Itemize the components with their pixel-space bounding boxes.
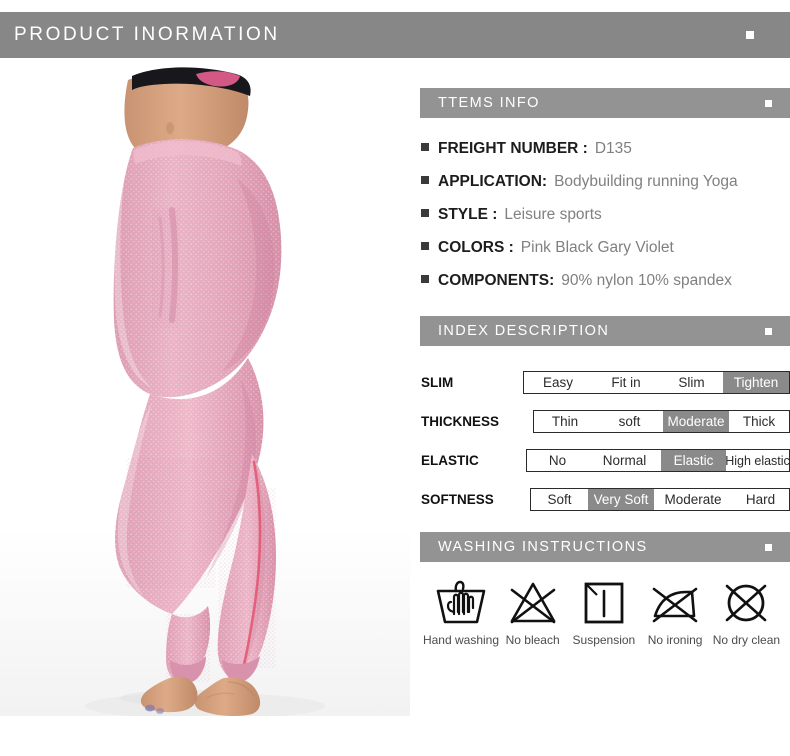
info-label: COLORS :	[438, 239, 514, 256]
row-label: SLIM	[421, 375, 454, 390]
scale-option[interactable]: Easy	[524, 372, 592, 393]
info-value: D135	[594, 140, 632, 157]
rating-scale-softness: Soft Very Soft Moderate Hard	[530, 488, 790, 511]
info-label: APPLICATION:	[438, 173, 548, 190]
index-description-table: SLIM Easy Fit in Slim Tighten THICKNESS …	[415, 370, 790, 512]
page-title: PRODUCT INORMATION	[14, 24, 280, 45]
table-row-softness: SOFTNESS Soft Very Soft Moderate Hard	[421, 487, 790, 512]
table-row-slim: SLIM Easy Fit in Slim Tighten	[421, 370, 790, 395]
scale-option[interactable]: No	[527, 450, 588, 471]
hand-washing-icon	[436, 580, 486, 624]
bullet-square-icon	[421, 275, 429, 283]
section-title-washing-instructions: WASHING INSTRUCTIONS	[438, 539, 648, 555]
washing-care-item: Suspension	[568, 578, 639, 647]
square-marker-icon	[765, 543, 772, 551]
washing-care-item: No ironing	[640, 578, 711, 647]
no-dry-clean-icon	[726, 584, 767, 622]
table-row-thickness: THICKNESS Thin soft Moderate Thick	[421, 409, 790, 434]
square-marker-icon	[765, 327, 772, 335]
suspension-icon	[584, 582, 624, 624]
rating-scale-thickness: Thin soft Moderate Thick	[533, 410, 790, 433]
info-value: Pink Black Gary Violet	[520, 239, 674, 256]
list-item: STYLE : Leisure sports	[421, 206, 790, 224]
items-info-list: FREIGHT NUMBER : D135 APPLICATION: Bodyb…	[415, 140, 790, 290]
scale-option[interactable]: High elastic	[726, 450, 789, 471]
scale-option-selected[interactable]: Moderate	[663, 411, 729, 432]
rating-scale-elastic: No Normal Elastic High elastic	[526, 449, 790, 472]
info-label: STYLE :	[438, 206, 498, 223]
washing-care-caption: Hand washing	[422, 633, 500, 647]
scale-option[interactable]: Slim	[660, 372, 723, 393]
scale-option[interactable]: Fit in	[592, 372, 660, 393]
washing-care-caption: No bleach	[505, 633, 560, 647]
product-info-column: TTEMS INFO FREIGHT NUMBER : D135 APPLICA…	[415, 88, 790, 647]
info-label: FREIGHT NUMBER :	[438, 140, 588, 157]
washing-care-item: No dry clean	[711, 578, 782, 647]
square-marker-icon	[746, 31, 754, 39]
info-value: Bodybuilding running Yoga	[554, 173, 738, 190]
list-item: COMPONENTS: 90% nylon 10% spandex	[421, 272, 790, 290]
row-label: SOFTNESS	[421, 492, 494, 507]
scale-option[interactable]: Hard	[732, 489, 789, 510]
scale-option[interactable]: Moderate	[654, 489, 732, 510]
washing-care-item: No bleach	[497, 578, 568, 647]
section-header-items-info: TTEMS INFO	[420, 88, 790, 118]
row-label: THICKNESS	[421, 414, 500, 429]
list-item: COLORS : Pink Black Gary Violet	[421, 239, 790, 257]
rating-scale-slim: Easy Fit in Slim Tighten	[523, 371, 790, 394]
bullet-square-icon	[421, 176, 429, 184]
section-title-items-info: TTEMS INFO	[438, 95, 540, 111]
washing-care-caption: Suspension	[572, 633, 636, 647]
scale-option[interactable]: Soft	[531, 489, 588, 510]
no-ironing-icon	[652, 587, 698, 623]
scale-option[interactable]: Thick	[729, 411, 789, 432]
washing-care-item: Hand washing	[422, 578, 500, 647]
info-label: COMPONENTS:	[438, 272, 555, 289]
washing-instructions-section: WASHING INSTRUCTIONS Hand washing No ble…	[415, 532, 790, 647]
product-photo	[0, 58, 410, 716]
section-header-index-description: INDEX DESCRIPTION	[420, 316, 790, 346]
list-item: FREIGHT NUMBER : D135	[421, 140, 790, 158]
washing-care-caption: No ironing	[647, 633, 703, 647]
bullet-square-icon	[421, 209, 429, 217]
scale-option-selected[interactable]: Very Soft	[588, 489, 654, 510]
washing-care-caption: No dry clean	[712, 633, 781, 647]
square-marker-icon	[765, 99, 772, 107]
section-header-washing-instructions: WASHING INSTRUCTIONS	[420, 532, 790, 562]
no-bleach-icon	[510, 582, 555, 624]
scale-option[interactable]: Thin	[534, 411, 596, 432]
washing-icon-row: Hand washing No bleach Suspension No iro…	[415, 578, 790, 647]
scale-option[interactable]: soft	[596, 411, 663, 432]
table-row-elastic: ELASTIC No Normal Elastic High elastic	[421, 448, 790, 473]
row-label: ELASTIC	[421, 453, 479, 468]
scale-option-selected[interactable]: Elastic	[661, 450, 726, 471]
product-photo-illustration	[0, 58, 410, 716]
scale-option[interactable]: Normal	[588, 450, 661, 471]
section-title-index-description: INDEX DESCRIPTION	[438, 323, 610, 339]
bullet-square-icon	[421, 242, 429, 250]
info-value: Leisure sports	[504, 206, 602, 223]
bullet-square-icon	[421, 143, 429, 151]
list-item: APPLICATION: Bodybuilding running Yoga	[421, 173, 790, 191]
scale-option-selected[interactable]: Tighten	[723, 372, 789, 393]
page-header-banner: PRODUCT INORMATION	[0, 12, 790, 58]
info-value: 90% nylon 10% spandex	[561, 272, 732, 289]
